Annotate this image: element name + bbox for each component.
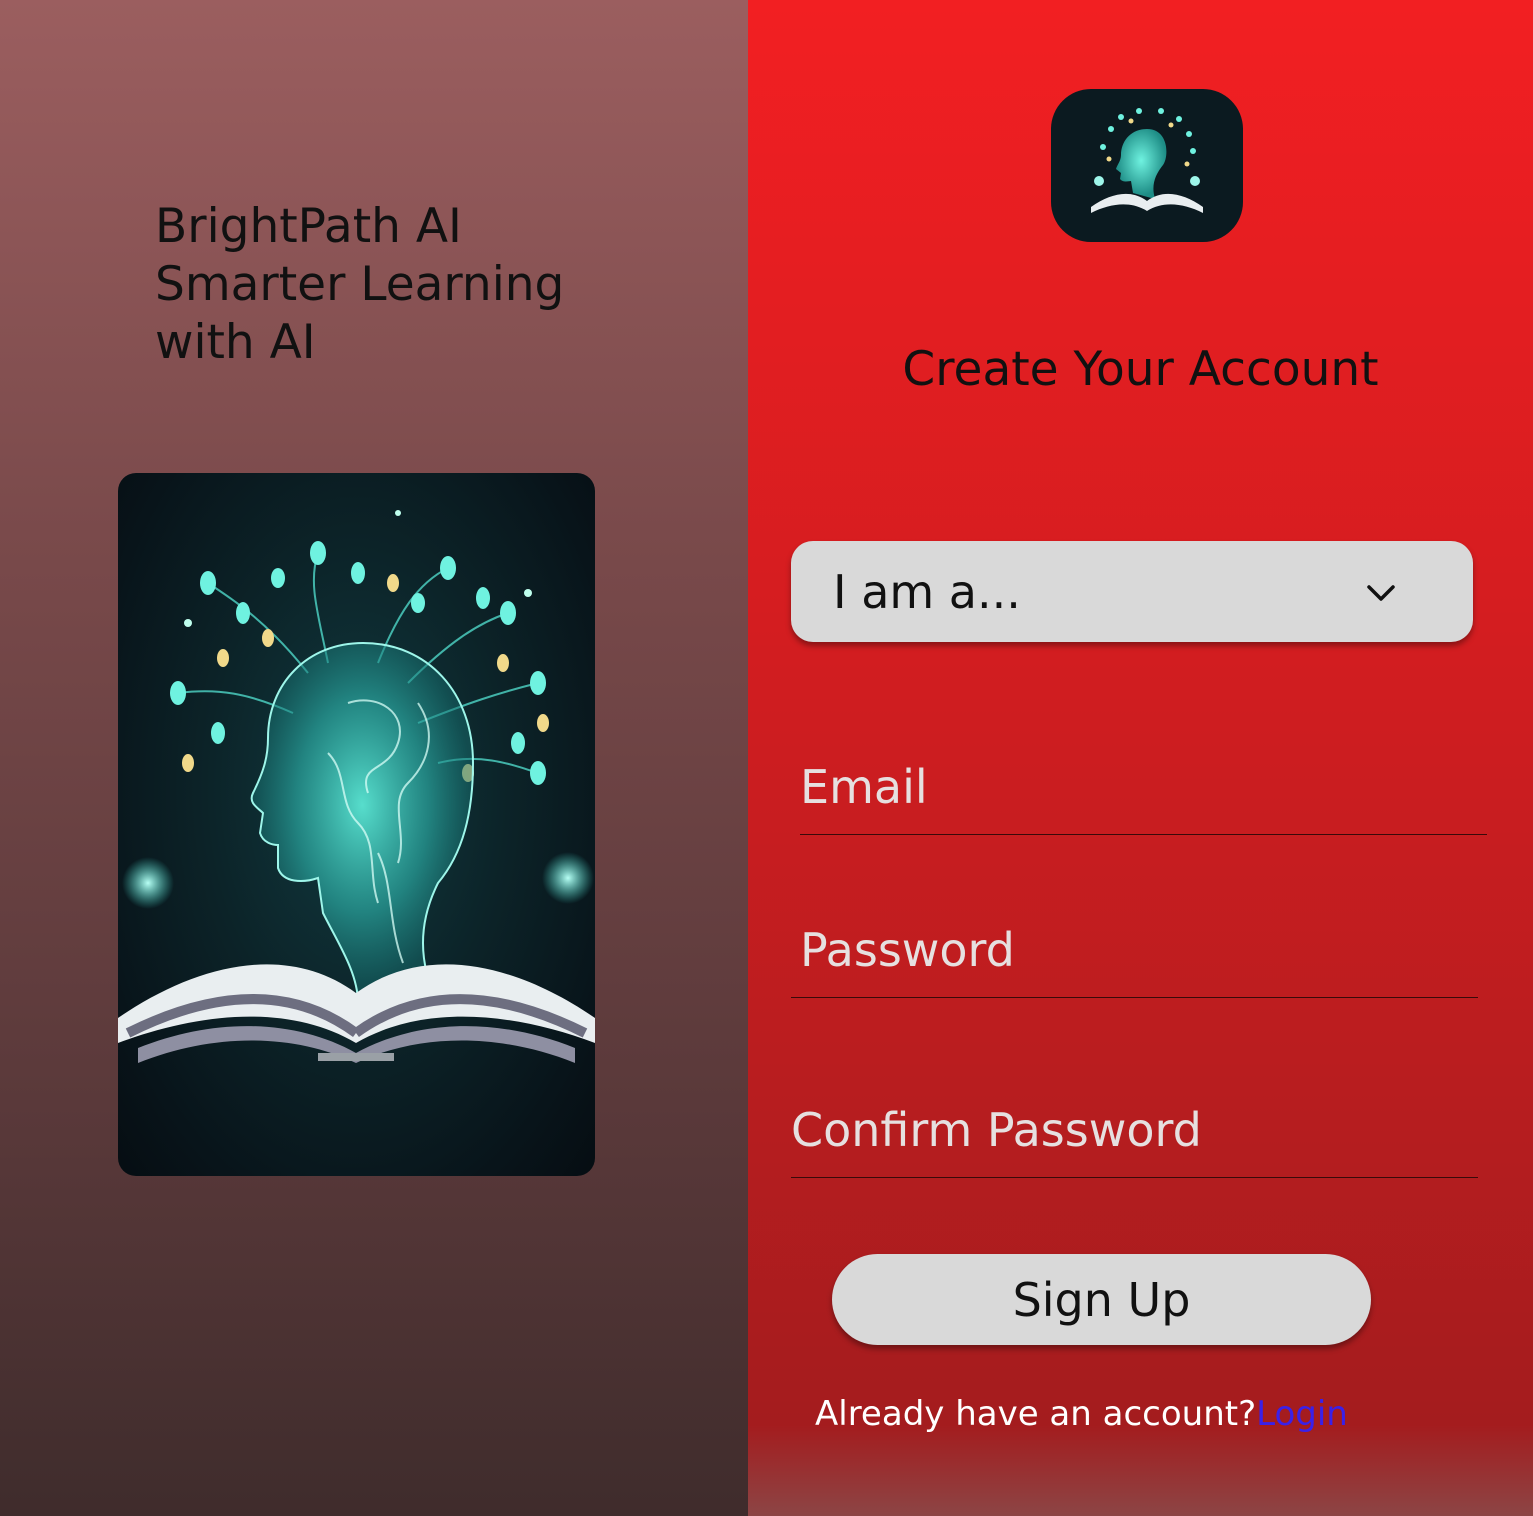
password-field[interactable]: Password (791, 905, 1478, 998)
password-placeholder: Password (800, 923, 1015, 977)
login-prompt-text: Already have an account? (815, 1394, 1257, 1434)
left-panel: BrightPath AI Smarter Learning with AI (0, 0, 748, 1516)
login-prompt-row: Already have an account?Login (815, 1394, 1348, 1434)
role-select-value: I am a... (833, 565, 1021, 619)
ai-head-book-illustration (118, 510, 595, 1063)
right-panel: Create Your Account I am a... Email Pass… (748, 0, 1533, 1516)
confirm-password-field[interactable]: Confirm Password (791, 1085, 1478, 1178)
tagline-line-3: with AI (155, 315, 316, 370)
app-logo (1051, 89, 1243, 242)
hero-illustration (118, 473, 595, 1176)
chevron-down-icon (1367, 585, 1395, 601)
tagline-line-1: BrightPath AI (155, 199, 462, 254)
ai-head-book-logo (1091, 108, 1203, 213)
role-select[interactable]: I am a... (791, 541, 1473, 642)
sign-up-button[interactable]: Sign Up (832, 1254, 1371, 1345)
page-title: Create Your Account (902, 342, 1379, 397)
email-field[interactable]: Email (800, 750, 1487, 835)
brand-tagline: BrightPath AI Smarter Learning with AI (155, 198, 615, 372)
tagline-line-2: Smarter Learning (155, 257, 565, 312)
login-link[interactable]: Login (1256, 1394, 1348, 1434)
confirm-password-placeholder: Confirm Password (791, 1103, 1202, 1157)
email-placeholder: Email (800, 760, 928, 814)
